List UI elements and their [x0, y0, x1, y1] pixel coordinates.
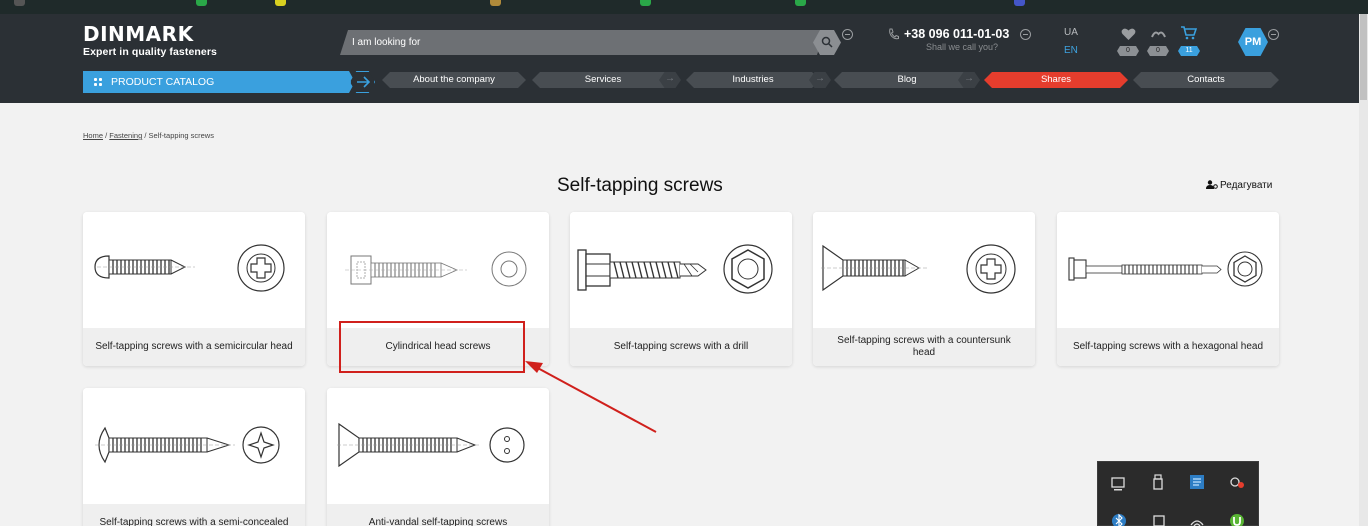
phone-icon	[889, 28, 899, 40]
wifi-icon[interactable]	[1189, 513, 1205, 526]
edit-link[interactable]: Редагувати	[1206, 180, 1272, 191]
catalog-arrow-icon[interactable]	[350, 71, 375, 93]
bookmark-icon[interactable]	[640, 0, 651, 6]
bookmark-icon[interactable]	[14, 0, 25, 6]
monitor-icon[interactable]	[1111, 476, 1127, 492]
bookmark-icon[interactable]	[795, 0, 806, 6]
bookmark-icon[interactable]	[1014, 0, 1025, 6]
category-card-label: Self-tapping screws with a countersunk h…	[813, 328, 1035, 366]
usb-drive-icon[interactable]	[1151, 474, 1167, 490]
breadcrumb-home[interactable]: Home	[83, 131, 103, 140]
avatar[interactable]: PM	[1238, 28, 1268, 56]
search-input[interactable]	[352, 30, 792, 55]
system-tray-overflow	[1097, 461, 1259, 526]
category-card-label: Self-tapping screws with a semicircular …	[83, 328, 305, 366]
scrollbar-thumb[interactable]	[1360, 14, 1367, 100]
category-card-label: Self-tapping screws with a semi-conceale…	[83, 504, 305, 526]
nav-industries[interactable]: Industries	[686, 72, 820, 88]
bookmark-icon[interactable]	[490, 0, 501, 6]
language-en[interactable]: EN	[1064, 45, 1078, 56]
bluetooth-icon[interactable]	[1111, 513, 1127, 526]
logo-wordmark: DINMARK	[83, 22, 194, 46]
product-catalog-label: PRODUCT CATALOG	[111, 76, 215, 88]
bookmark-icon[interactable]	[196, 0, 207, 6]
cart-counter: 11	[1178, 46, 1200, 56]
page-title: Self-tapping screws	[557, 175, 723, 196]
compare-counter: 0	[1147, 46, 1169, 56]
hex-head-screw-icon	[1057, 212, 1279, 328]
site-header: DINMARK Expert in quality fasteners +38 …	[0, 14, 1359, 103]
product-catalog-button[interactable]: PRODUCT CATALOG	[83, 71, 355, 93]
logo[interactable]: DINMARK Expert in quality fasteners	[83, 23, 217, 58]
annotation-highlight-box	[339, 321, 525, 373]
bookmark-icon[interactable]	[275, 0, 286, 6]
category-card[interactable]: Anti-vandal self-tapping screws	[327, 388, 549, 526]
language-ua[interactable]: UA	[1064, 27, 1078, 38]
account-arrow-icon[interactable]	[1268, 29, 1279, 40]
nav-shares[interactable]: Shares	[984, 72, 1128, 88]
page-scrollbar[interactable]	[1359, 14, 1368, 526]
category-card[interactable]: Self-tapping screws with a semicircular …	[83, 212, 305, 366]
drill-point-screw-icon	[570, 212, 792, 328]
cart-icon[interactable]	[1181, 26, 1197, 40]
link-badge-icon[interactable]	[1229, 475, 1245, 491]
browser-bookmark-bar	[0, 0, 1368, 14]
semicircular-head-screw-icon	[83, 212, 305, 328]
phone-arrow-icon[interactable]	[1020, 29, 1031, 40]
category-card[interactable]: Self-tapping screws with a countersunk h…	[813, 212, 1035, 366]
device-icon[interactable]	[1151, 513, 1167, 526]
compare-icon[interactable]	[1151, 28, 1166, 41]
logo-tagline: Expert in quality fasteners	[83, 46, 217, 58]
callback-link[interactable]: Shall we call you?	[926, 42, 998, 52]
utorrent-icon[interactable]	[1229, 513, 1245, 526]
search-icon	[821, 36, 833, 48]
heart-icon[interactable]	[1121, 28, 1136, 41]
breadcrumb-current: Self-tapping screws	[148, 131, 214, 140]
category-card[interactable]: Self-tapping screws with a hexagonal hea…	[1057, 212, 1279, 366]
countersunk-head-screw-icon	[813, 212, 1035, 328]
grid-icon	[94, 78, 102, 86]
cylindrical-head-screw-icon	[327, 212, 549, 328]
category-card-label: Anti-vandal self-tapping screws	[327, 504, 549, 526]
favorites-counter: 0	[1117, 46, 1139, 56]
category-card-label: Self-tapping screws with a hexagonal hea…	[1057, 328, 1279, 366]
breadcrumb-separator: /	[144, 131, 147, 140]
category-card[interactable]: Self-tapping screws with a semi-conceale…	[83, 388, 305, 526]
nav-contacts[interactable]: Contacts	[1133, 72, 1279, 88]
breadcrumb: Home / Fastening / Self-tapping screws	[83, 131, 214, 140]
nav-about[interactable]: About the company	[382, 72, 526, 88]
breadcrumb-separator: /	[105, 131, 108, 140]
network-app-icon[interactable]	[1189, 474, 1205, 490]
user-settings-icon	[1206, 180, 1218, 189]
nav-services[interactable]: Services	[532, 72, 674, 88]
breadcrumb-fastening[interactable]: Fastening	[109, 131, 142, 140]
search-bar	[340, 30, 825, 55]
category-card-label: Self-tapping screws with a drill	[570, 328, 792, 366]
anti-vandal-screw-icon	[327, 388, 549, 504]
phone-number[interactable]: +38 096 011-01-03	[904, 27, 1009, 41]
search-arrow-icon[interactable]	[842, 29, 853, 40]
semi-concealed-head-screw-icon	[83, 388, 305, 504]
category-card[interactable]: Self-tapping screws with a drill	[570, 212, 792, 366]
edit-label: Редагувати	[1220, 180, 1273, 191]
